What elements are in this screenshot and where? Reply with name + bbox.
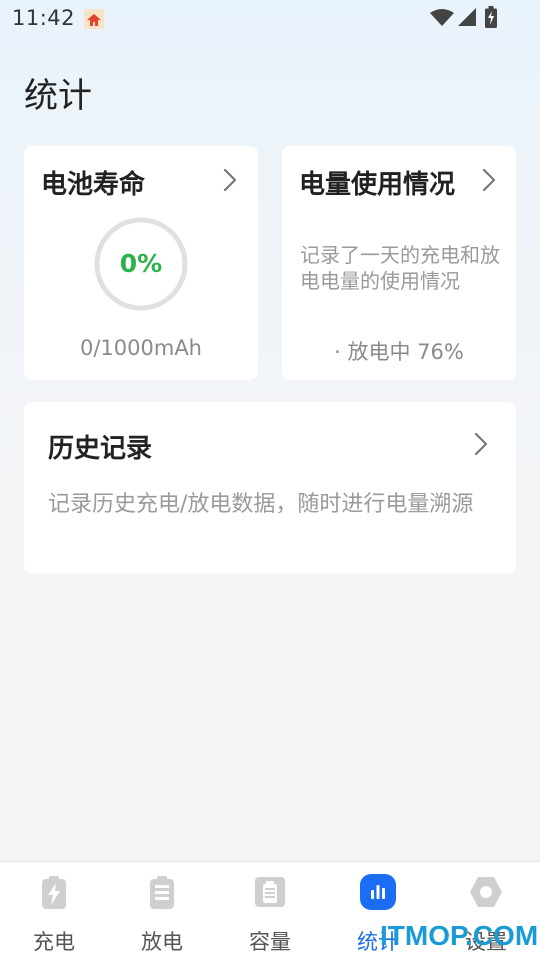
battery-charge-icon xyxy=(42,876,66,909)
battery-status-icon xyxy=(485,6,497,28)
battery-icon xyxy=(150,876,174,909)
chevron-right-icon[interactable] xyxy=(474,432,488,456)
signal-icon xyxy=(458,8,476,26)
status-time: 11:42 xyxy=(12,6,76,30)
history-card[interactable]: 历史记录 记录历史充电/放电数据，随时进行电量溯源 xyxy=(24,402,516,573)
battery-capacity-text: 0/1000mAh xyxy=(79,336,202,360)
nav-label-discharge: 放电 xyxy=(141,930,183,954)
usage-title: 电量使用情况 xyxy=(299,170,456,200)
settings-icon xyxy=(470,877,502,907)
battery-life-percent: 0% xyxy=(119,249,163,278)
stats-icon xyxy=(360,874,396,910)
chevron-right-icon[interactable] xyxy=(482,168,496,192)
battery-life-title: 电池寿命 xyxy=(41,170,146,200)
nav-label-capacity: 容量 xyxy=(249,930,291,954)
history-description: 记录历史充电/放电数据，随时进行电量溯源 xyxy=(48,492,474,517)
nav-label-charge: 充电 xyxy=(33,930,75,954)
nav-item-capacity[interactable]: 容量 xyxy=(216,862,324,961)
notification-icon xyxy=(84,9,104,29)
usage-card[interactable]: 电量使用情况 记录了一天的充电和放电电量的使用情况 · 放电中 76% xyxy=(282,146,516,380)
wifi-icon xyxy=(430,9,454,26)
page-title: 统计 xyxy=(24,76,92,116)
usage-status: · 放电中 76% xyxy=(334,340,464,364)
nav-item-charge[interactable]: 充电 xyxy=(0,862,108,961)
battery-life-card[interactable]: 电池寿命 0% 0/1000mAh xyxy=(24,146,258,380)
chevron-right-icon[interactable] xyxy=(223,168,237,192)
history-title: 历史记录 xyxy=(48,434,153,464)
nav-item-discharge[interactable]: 放电 xyxy=(108,862,216,961)
capacity-icon xyxy=(255,877,285,907)
usage-description: 记录了一天的充电和放电电量的使用情况 xyxy=(300,243,500,293)
watermark-text: ITMOP.COM xyxy=(380,920,539,951)
status-bar: 11:42 xyxy=(0,0,540,36)
